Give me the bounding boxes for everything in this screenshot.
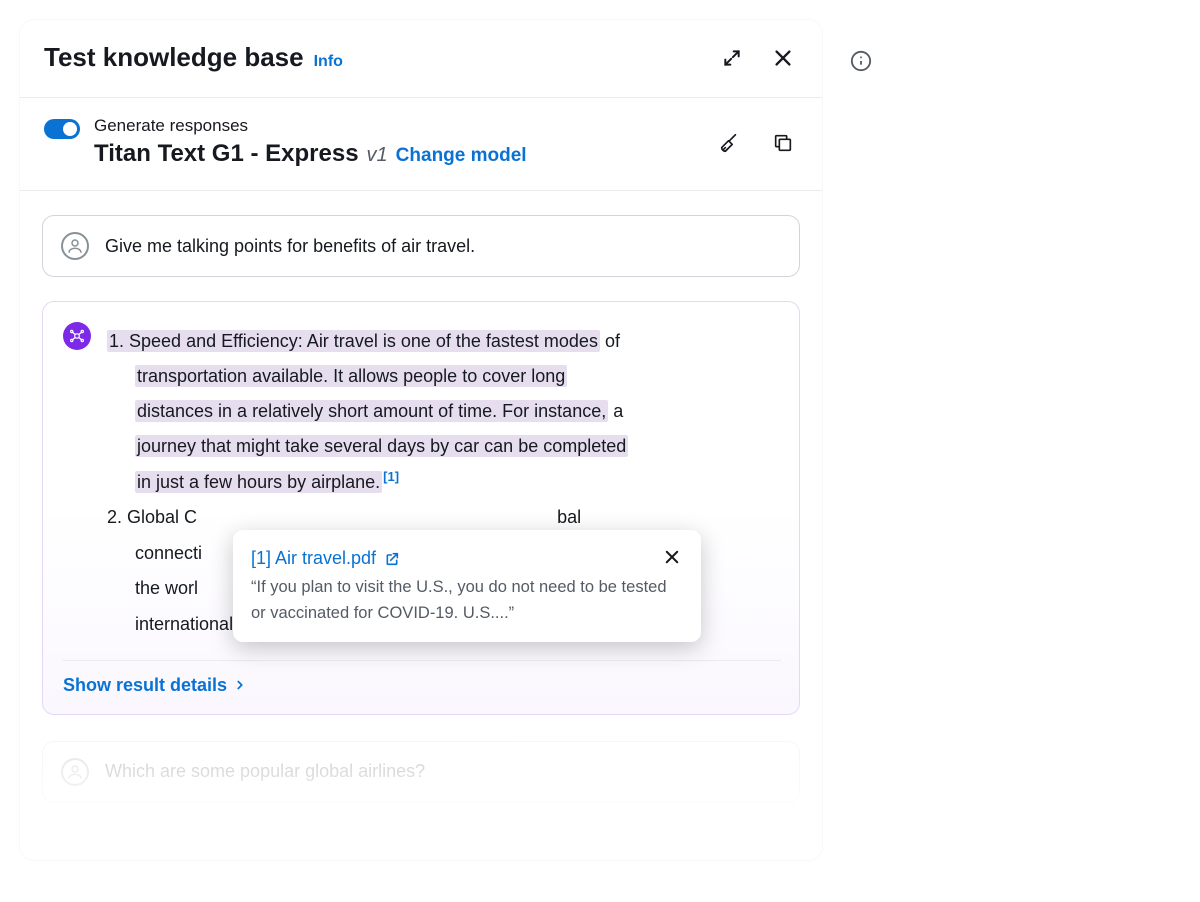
panel-title-wrap: Test knowledge base Info xyxy=(44,42,343,73)
broom-icon xyxy=(718,132,740,154)
hl-span: distances in a relatively short amount o… xyxy=(135,400,608,422)
user-message-text: Which are some popular global airlines? xyxy=(105,761,425,782)
user-message-text: Give me talking points for benefits of a… xyxy=(105,236,475,257)
popover-header: [1] Air travel.pdf xyxy=(251,546,683,571)
panel-header: Test knowledge base Info xyxy=(20,20,822,98)
user-avatar xyxy=(61,758,89,786)
change-model-link[interactable]: Change model xyxy=(396,145,527,167)
model-bar-left: Generate responses Titan Text G1 - Expre… xyxy=(44,116,527,168)
expand-icon xyxy=(722,48,742,68)
chat-body: Give me talking points for benefits of a… xyxy=(20,191,822,860)
expand-button[interactable] xyxy=(718,44,746,72)
citation-1[interactable]: [1] xyxy=(382,469,400,484)
hl-span: journey that might take several days by … xyxy=(135,435,628,457)
user-icon xyxy=(66,237,84,255)
close-icon xyxy=(663,548,681,566)
show-result-details-link[interactable]: Show result details xyxy=(63,675,247,696)
text-span: bal xyxy=(557,507,581,527)
user-message: Give me talking points for benefits of a… xyxy=(42,215,800,277)
ai-icon xyxy=(68,327,86,345)
model-actions xyxy=(714,128,798,158)
close-button[interactable] xyxy=(768,43,798,73)
copy-icon xyxy=(772,132,794,154)
info-icon-button[interactable] xyxy=(850,50,872,75)
text-span: of xyxy=(600,331,620,351)
assistant-message: 1. Speed and Efficiency: Air travel is o… xyxy=(42,301,800,715)
copy-button[interactable] xyxy=(768,128,798,158)
bot-avatar xyxy=(63,322,91,350)
toggle-knob xyxy=(63,122,77,136)
user-message-faded: Which are some popular global airlines? xyxy=(42,741,800,803)
text-span: 2. Global C xyxy=(107,507,197,527)
text-span: connecti xyxy=(135,543,202,563)
model-text-block: Generate responses Titan Text G1 - Expre… xyxy=(94,116,527,168)
text-span: the worl xyxy=(135,578,198,598)
citation-title: [1] Air travel.pdf xyxy=(251,548,376,569)
model-name-row: Titan Text G1 - Express v1 Change model xyxy=(94,140,527,168)
user-avatar xyxy=(61,232,89,260)
citation-source-link[interactable]: [1] Air travel.pdf xyxy=(251,548,400,569)
hl-span: 1. Speed and Efficiency: Air travel is o… xyxy=(107,330,600,352)
info-link[interactable]: Info xyxy=(314,53,343,71)
info-circle-icon xyxy=(850,50,872,72)
clear-button[interactable] xyxy=(714,128,744,158)
hl-span: in just a few hours by airplane. xyxy=(135,471,382,493)
citation-excerpt: “If you plan to visit the U.S., you do n… xyxy=(251,575,683,626)
show-details-label: Show result details xyxy=(63,675,227,696)
header-actions xyxy=(718,43,798,73)
toggle-label: Generate responses xyxy=(94,116,527,136)
generate-responses-toggle[interactable] xyxy=(44,119,80,139)
divider xyxy=(63,660,781,661)
model-version: v1 xyxy=(367,144,388,167)
citation-popover: [1] Air travel.pdf “If you plan to visit… xyxy=(233,530,701,642)
model-bar: Generate responses Titan Text G1 - Expre… xyxy=(20,98,822,191)
hl-span: transportation available. It allows peop… xyxy=(135,365,567,387)
close-icon xyxy=(772,47,794,69)
model-name: Titan Text G1 - Express xyxy=(94,140,359,168)
text-span: a xyxy=(608,401,623,421)
popover-close-button[interactable] xyxy=(661,546,683,571)
user-icon xyxy=(66,763,84,781)
external-link-icon xyxy=(384,551,400,567)
panel-title: Test knowledge base xyxy=(44,42,304,73)
test-kb-panel: Test knowledge base Info xyxy=(20,20,822,860)
chevron-right-icon xyxy=(233,678,247,692)
